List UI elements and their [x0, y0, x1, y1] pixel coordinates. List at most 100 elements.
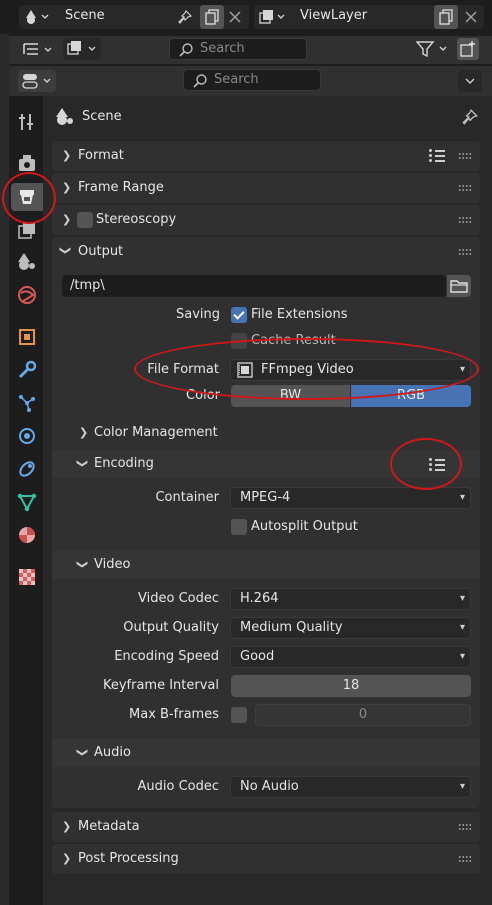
- output-panel-header[interactable]: ❯ Output: [52, 237, 480, 267]
- render-tab-icon[interactable]: [17, 153, 37, 173]
- scene-icon: [55, 107, 75, 127]
- viewlayer-selector[interactable]: ViewLayer: [254, 5, 484, 29]
- close-icon[interactable]: [465, 11, 477, 23]
- object-tab-icon[interactable]: [17, 327, 37, 347]
- chevron-right-icon[interactable]: ❯: [62, 149, 71, 162]
- new-icon[interactable]: [434, 5, 458, 29]
- encoding-speed-label: Encoding Speed: [114, 649, 219, 664]
- video-subpanel-header[interactable]: ❯ Video: [52, 551, 480, 579]
- display-mode-icon[interactable]: [63, 38, 101, 60]
- encoding-speed-value: Good: [240, 649, 275, 664]
- pin-icon[interactable]: [177, 9, 193, 25]
- chevron-down-icon[interactable]: ❯: [76, 748, 89, 757]
- audio-subpanel-header[interactable]: ❯ Audio: [52, 739, 480, 767]
- scene-selector[interactable]: Scene: [19, 5, 249, 29]
- list-menu-icon[interactable]: [429, 149, 445, 163]
- audio-label[interactable]: Audio: [94, 745, 131, 760]
- container-dropdown[interactable]: MPEG-4 ▾: [230, 487, 471, 509]
- chevron-right-icon[interactable]: ❯: [62, 213, 71, 226]
- output-quality-dropdown[interactable]: Medium Quality ▾: [230, 617, 471, 639]
- drag-handle-icon[interactable]: [458, 823, 472, 831]
- output-path-field[interactable]: /tmp\: [62, 275, 446, 297]
- scene-icon[interactable]: [25, 9, 49, 25]
- pin-icon[interactable]: [461, 108, 479, 126]
- world-tab-icon[interactable]: [17, 285, 37, 305]
- stereoscopy-panel[interactable]: ❯ Stereoscopy: [52, 205, 480, 235]
- scene-name[interactable]: Scene: [65, 8, 105, 23]
- chevron-right-icon[interactable]: ❯: [79, 426, 88, 439]
- saving-label: Saving: [175, 307, 220, 322]
- material-tab-icon[interactable]: [17, 525, 37, 545]
- drag-handle-icon[interactable]: [458, 152, 472, 160]
- annotation-ring-list-menu: [390, 438, 462, 490]
- drag-handle-icon[interactable]: [458, 216, 472, 224]
- options-dropdown[interactable]: [458, 70, 482, 92]
- chevron-down-icon: ▾: [459, 593, 465, 604]
- container-label: Container: [155, 490, 219, 505]
- chevron-down-icon[interactable]: ❯: [76, 560, 89, 569]
- encoding-speed-dropdown[interactable]: Good ▾: [230, 646, 471, 668]
- autosplit-label[interactable]: Autosplit Output: [251, 519, 358, 534]
- frame-range-panel-title[interactable]: Frame Range: [78, 180, 164, 195]
- keyframe-interval-label: Keyframe Interval: [102, 678, 219, 693]
- add-collection-icon[interactable]: [457, 38, 479, 60]
- video-codec-value: H.264: [240, 591, 279, 606]
- max-bframes-field[interactable]: 0: [255, 704, 471, 726]
- stereoscopy-panel-title[interactable]: Stereoscopy: [96, 212, 176, 227]
- output-quality-value: Medium Quality: [240, 620, 343, 635]
- search-icon: [192, 73, 208, 89]
- video-codec-label: Video Codec: [138, 591, 219, 606]
- file-extensions-checkbox[interactable]: [231, 307, 247, 323]
- frame-range-panel[interactable]: ❯ Frame Range: [52, 173, 480, 203]
- max-bframes-checkbox[interactable]: [231, 707, 247, 723]
- keyframe-interval-field[interactable]: 18: [231, 675, 471, 697]
- data-tab-icon[interactable]: [17, 492, 37, 512]
- drag-handle-icon[interactable]: [458, 184, 472, 192]
- texture-tab-icon[interactable]: [17, 567, 37, 587]
- video-label[interactable]: Video: [94, 557, 130, 572]
- max-bframes-label: Max B-frames: [129, 707, 219, 722]
- stereoscopy-checkbox[interactable]: [77, 212, 93, 228]
- outliner-search-input[interactable]: Search: [169, 38, 307, 60]
- video-codec-dropdown[interactable]: H.264 ▾: [230, 588, 471, 610]
- constraints-tab-icon[interactable]: [17, 459, 37, 479]
- post-processing-panel[interactable]: ❯ Post Processing: [52, 844, 480, 874]
- folder-icon[interactable]: [447, 275, 471, 297]
- keyframe-interval-value: 18: [342, 678, 360, 693]
- particles-tab-icon[interactable]: [17, 393, 37, 413]
- new-icon[interactable]: [200, 5, 224, 29]
- format-panel-title[interactable]: Format: [78, 148, 124, 163]
- left-edge-strip: [0, 34, 9, 905]
- format-panel[interactable]: ❯ Format: [52, 141, 480, 171]
- chevron-down-icon[interactable]: ❯: [59, 246, 72, 255]
- editor-type-icon[interactable]: [21, 40, 57, 60]
- chevron-right-icon[interactable]: ❯: [62, 820, 71, 833]
- metadata-panel[interactable]: ❯ Metadata: [52, 812, 480, 842]
- viewlayer-name[interactable]: ViewLayer: [300, 8, 367, 23]
- chevron-right-icon[interactable]: ❯: [62, 181, 71, 194]
- physics-tab-icon[interactable]: [17, 426, 37, 446]
- render-layers-icon[interactable]: [259, 9, 285, 25]
- filter-icon[interactable]: [414, 39, 454, 59]
- audio-codec-label: Audio Codec: [137, 779, 219, 794]
- file-extensions-label[interactable]: File Extensions: [251, 307, 347, 322]
- properties-search-input[interactable]: Search: [183, 69, 321, 91]
- metadata-panel-title[interactable]: Metadata: [78, 819, 140, 834]
- modifier-tab-icon[interactable]: [17, 360, 37, 380]
- chevron-down-icon[interactable]: ❯: [76, 459, 89, 468]
- properties-search-placeholder: Search: [214, 72, 259, 87]
- output-panel-title[interactable]: Output: [78, 244, 123, 259]
- audio-codec-dropdown[interactable]: No Audio ▾: [230, 776, 471, 798]
- post-processing-panel-title[interactable]: Post Processing: [78, 851, 179, 866]
- scene-tab-icon[interactable]: [17, 252, 37, 272]
- chevron-right-icon[interactable]: ❯: [62, 852, 71, 865]
- tool-tab-icon[interactable]: [17, 112, 37, 132]
- encoding-label[interactable]: Encoding: [94, 456, 154, 471]
- color-management-label[interactable]: Color Management: [94, 425, 218, 440]
- chevron-down-icon: ▾: [459, 622, 465, 633]
- close-icon[interactable]: [229, 11, 241, 23]
- drag-handle-icon[interactable]: [458, 248, 472, 256]
- editor-type-icon[interactable]: [18, 70, 56, 92]
- drag-handle-icon[interactable]: [458, 855, 472, 863]
- autosplit-checkbox[interactable]: [231, 519, 247, 535]
